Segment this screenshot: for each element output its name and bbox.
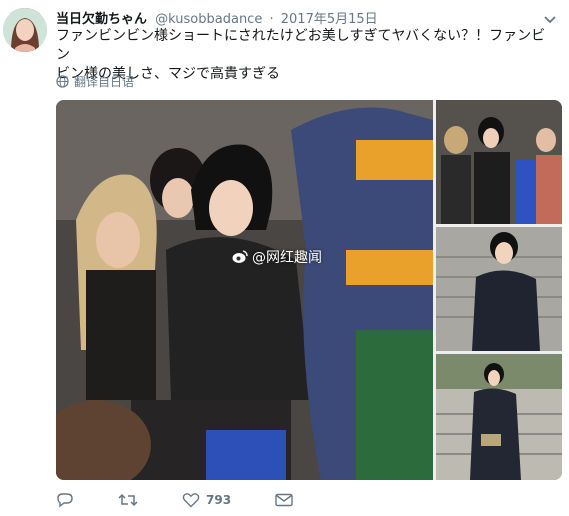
retweet-icon xyxy=(118,493,138,507)
front-row-photo xyxy=(436,100,562,224)
display-name[interactable]: 当日欠勤ちゃん xyxy=(56,12,147,27)
heart-icon xyxy=(182,493,200,508)
watermark: @网红趣闻 xyxy=(232,247,322,267)
weibo-logo-icon xyxy=(232,250,248,263)
full-body-photo xyxy=(436,354,562,480)
watermark-text: @网红趣闻 xyxy=(252,250,322,266)
side-photo-2[interactable] xyxy=(436,227,562,351)
direct-message-button[interactable] xyxy=(275,493,293,507)
like-button[interactable]: 793 xyxy=(182,492,231,508)
steps-portrait-photo xyxy=(436,227,562,351)
translate-label[interactable]: 翻译自日语 xyxy=(74,73,134,90)
mail-icon xyxy=(275,493,293,507)
like-count: 793 xyxy=(206,493,232,507)
globe-icon xyxy=(56,75,69,88)
user-handle[interactable]: @kusobbadance xyxy=(155,12,262,27)
reply-button[interactable] xyxy=(56,492,74,508)
tweet-text-line: ファンビンビン様ショートにされたけどお美しすぎてヤバくない？！ファンビン xyxy=(56,28,546,63)
avatar-portrait xyxy=(3,8,47,52)
timestamp[interactable]: 2017年5月15日 xyxy=(281,12,378,27)
fashion-show-photo xyxy=(56,100,433,480)
avatar[interactable] xyxy=(3,8,47,52)
media-grid[interactable]: @网红趣闻 xyxy=(56,100,562,480)
tweet-header: 当日欠勤ちゃん @kusobbadance · 2017年5月15日 xyxy=(56,8,378,27)
side-photo-3[interactable] xyxy=(436,354,562,480)
separator-dot: · xyxy=(269,12,274,27)
side-photo-1[interactable] xyxy=(436,100,562,224)
main-photo[interactable]: @网红趣闻 xyxy=(56,100,433,480)
tweet-card[interactable]: 当日欠勤ちゃん @kusobbadance · 2017年5月15日 ファンビン… xyxy=(0,0,569,516)
retweet-button[interactable] xyxy=(118,492,138,508)
reply-icon xyxy=(57,493,73,508)
translate-link[interactable]: 翻译自日语 xyxy=(56,73,134,90)
tweet-actions: 793 xyxy=(56,490,356,510)
chevron-down-icon[interactable] xyxy=(543,10,557,24)
